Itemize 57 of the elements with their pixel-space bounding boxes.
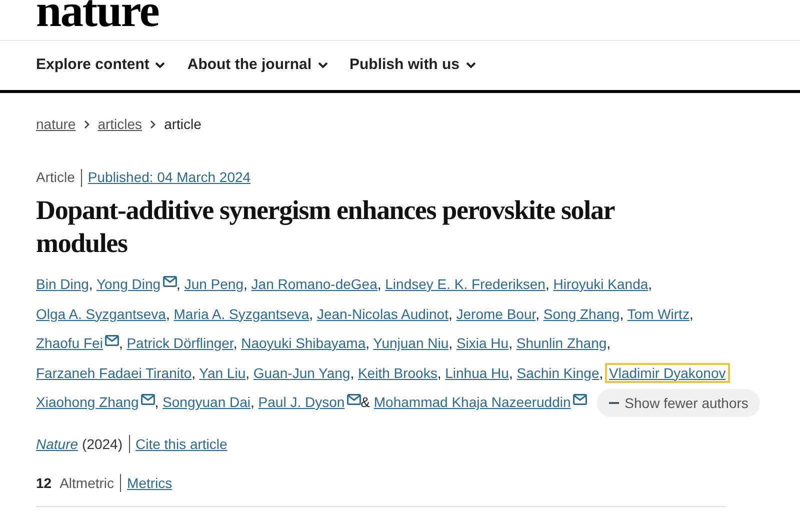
breadcrumb-link[interactable]: nature (36, 114, 76, 135)
author-link[interactable]: Zhaofu Fei (36, 335, 119, 351)
article-title: Dopant-additive synergism enhances perovskite solar modules (36, 194, 616, 260)
altmetric-label: Altmetric (60, 474, 114, 492)
author-link[interactable]: Sixia Hu (456, 335, 509, 351)
author-link[interactable]: Vladimir Dyakonov (607, 364, 728, 380)
envelope-icon[interactable] (346, 394, 361, 405)
author-link[interactable]: Patrick Dörflinger (126, 335, 234, 351)
chevron-down-icon (318, 62, 328, 69)
chevron-down-icon (466, 62, 476, 69)
author-link[interactable]: Bin Ding (36, 276, 89, 292)
nav-menu-button[interactable]: About the journal (187, 54, 328, 77)
author-link[interactable]: Jun Peng (184, 276, 244, 292)
author-link[interactable]: Tom Wirtz (627, 306, 690, 322)
author-link[interactable]: Farzaneh Fadaei Tiranito (36, 364, 192, 380)
author-link[interactable]: Shunlin Zhang (516, 335, 607, 351)
envelope-icon[interactable] (572, 394, 587, 405)
minus-icon (608, 402, 619, 404)
author-link[interactable]: Maria A. Syzgantseva (174, 306, 310, 322)
author-link[interactable]: Songyuan Dai (162, 394, 250, 410)
envelope-icon[interactable] (140, 394, 155, 405)
chevron-down-icon (155, 62, 166, 69)
author-link[interactable]: Song Zhang (543, 306, 620, 322)
envelope-icon[interactable] (162, 276, 177, 287)
author-link[interactable]: Jan Romano-deGea (251, 276, 378, 292)
author-link[interactable]: Yan Liu (199, 364, 246, 380)
author-list: Bin Ding, Yong Ding , Jun Peng, Jan Romano-deGea, Lindsey E. K. Frederiksen, Hiroyuki Kanda, Olga A. Syzgantseva, Maria A. Syzgantseva, Jean-Nicolas Audinot, Jerome Bour, Song Zhang, Tom Wirtz, Zhaofu Fei , Patrick Dörflinger, Naoyuki Shibayama, Yunjuan Niu, Sixia Hu, Shunlin Zhang, Farzaneh Fadaei Tiranito, Yan Liu, Guan-Jun Yang, Keith Brooks, Linhua Hu, Sachin Kinge, Vladimir Dyakonov Xiaohong Zhang , Songyuan Dai, Paul J. Dyson & Mohammad Khaja Nazeeruddin Show fewer authors (36, 270, 766, 418)
altmetric-count: 12 (36, 474, 52, 492)
author-link[interactable]: Sachin Kinge (516, 364, 600, 380)
show-fewer-authors-button[interactable]: Show fewer authors (596, 389, 760, 418)
author-link[interactable]: Jean-Nicolas Audinot (316, 306, 448, 322)
chevron-right-icon (150, 120, 156, 129)
author-link[interactable]: Yong Ding (96, 276, 177, 292)
cite-link[interactable]: Cite this article (136, 434, 228, 454)
article-type: Article (36, 168, 75, 187)
nav-menu-button[interactable]: Publish with us (350, 54, 476, 77)
breadcrumb-current: article (164, 115, 202, 134)
envelope-icon[interactable] (104, 335, 119, 346)
author-link[interactable]: Keith Brooks (358, 364, 438, 380)
author-link[interactable]: Mohammad Khaja Nazeeruddin (374, 394, 587, 410)
journal-link[interactable]: Nature (36, 434, 78, 454)
author-link[interactable]: Xiaohong Zhang (36, 394, 155, 410)
author-link[interactable]: Yunjuan Niu (373, 335, 449, 351)
publication-year: (2024) (82, 434, 122, 454)
nav-menu-button[interactable]: Explore content (36, 54, 166, 77)
chevron-right-icon (84, 120, 90, 129)
author-link[interactable]: Paul J. Dyson (258, 394, 361, 410)
author-link[interactable]: Linhua Hu (445, 364, 509, 380)
author-link[interactable]: Guan-Jun Yang (253, 364, 350, 380)
author-link[interactable]: Olga A. Syzgantseva (36, 306, 166, 322)
published-date-link[interactable]: Published: 04 March 2024 (88, 167, 251, 188)
breadcrumb-link[interactable]: articles (98, 114, 142, 135)
author-link[interactable]: Lindsey E. K. Frederiksen (385, 276, 546, 292)
author-link[interactable]: Jerome Bour (456, 306, 536, 322)
author-link[interactable]: Hiroyuki Kanda (553, 276, 648, 292)
author-link[interactable]: Naoyuki Shibayama (241, 335, 366, 351)
metrics-link[interactable]: Metrics (127, 472, 172, 494)
